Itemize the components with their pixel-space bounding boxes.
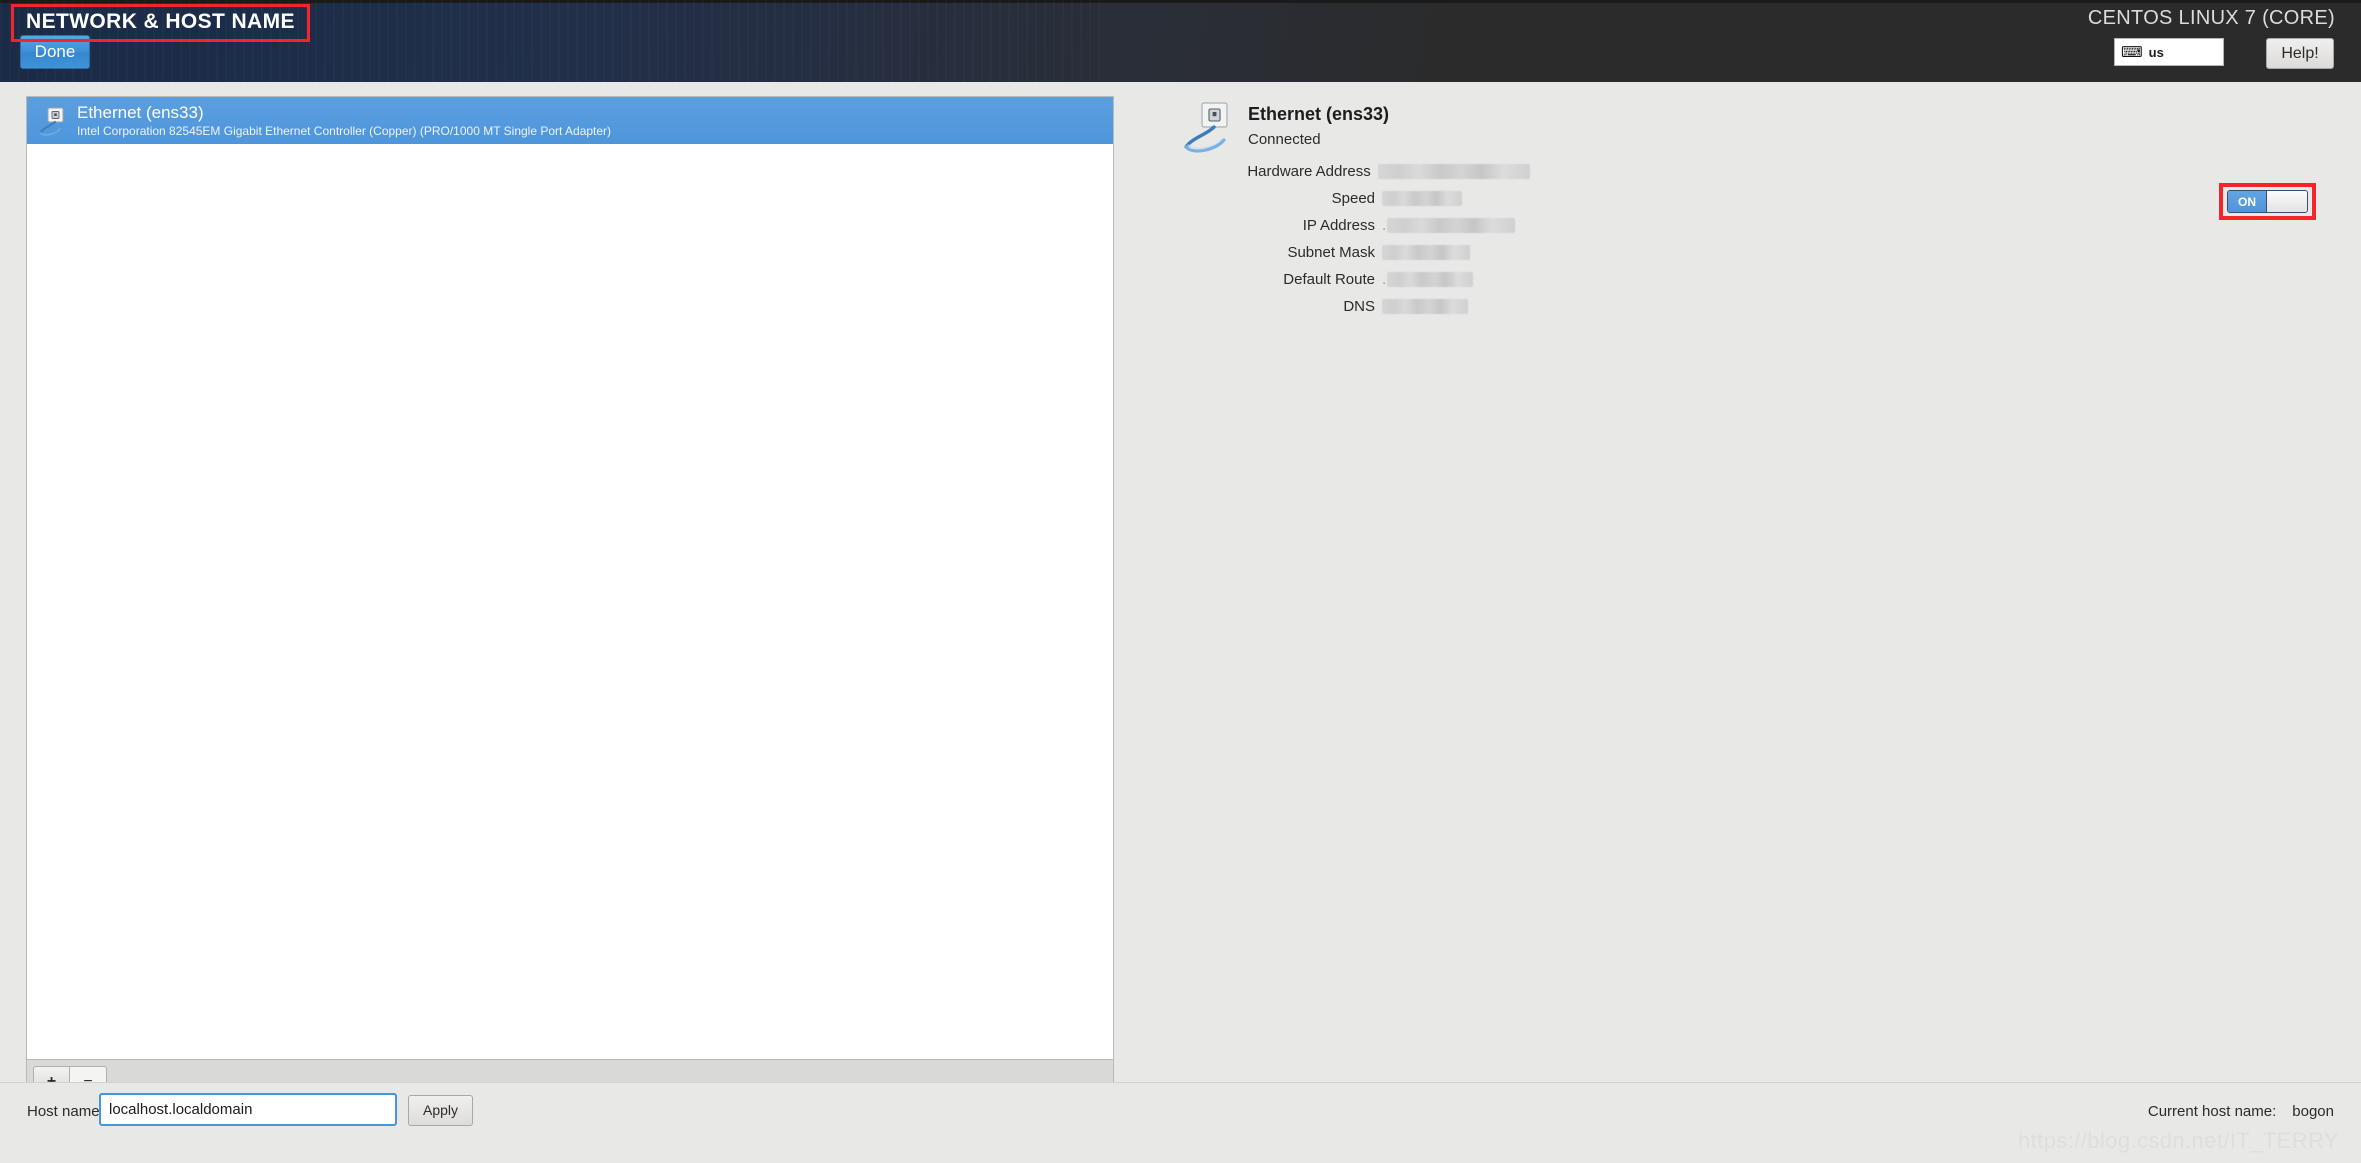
property-label: IP Address xyxy=(1130,217,1382,234)
list-item-text: Ethernet (ens33) Intel Corporation 82545… xyxy=(77,104,611,137)
property-value-redacted xyxy=(1382,245,1470,260)
footer-bar: Host name: Apply Current host name: bogon xyxy=(0,1082,2361,1163)
current-host-name-label: Current host name: xyxy=(2148,1103,2276,1120)
table-row: Default Route . xyxy=(1130,266,1530,293)
ethernet-plug-icon xyxy=(1180,100,1238,158)
network-enable-toggle[interactable]: ON xyxy=(2227,190,2308,213)
property-value-dot: . xyxy=(1382,217,1386,234)
table-row: IP Address . xyxy=(1130,212,1530,239)
property-value-redacted xyxy=(1387,272,1473,287)
watermark: https://blog.csdn.net/IT_TERRY xyxy=(2018,1128,2339,1154)
device-list-panel[interactable]: Ethernet (ens33) Intel Corporation 82545… xyxy=(26,96,1114,1060)
property-value-redacted xyxy=(1387,218,1515,233)
toggle-state-label: ON xyxy=(2228,191,2266,212)
content-area: Ethernet (ens33) Intel Corporation 82545… xyxy=(0,82,2361,1082)
device-details-panel: Ethernet (ens33) Connected Hardware Addr… xyxy=(1130,96,2330,1060)
property-value-dot: . xyxy=(1382,271,1386,288)
property-label: Speed xyxy=(1130,190,1382,207)
device-title: Ethernet (ens33) xyxy=(1248,104,1389,124)
distro-label: CENTOS LINUX 7 (CORE) xyxy=(2088,7,2335,30)
spoke-title-highlight: NETWORK & HOST NAME xyxy=(11,4,310,42)
current-host-name: Current host name: bogon xyxy=(2148,1103,2334,1120)
property-value-redacted xyxy=(1382,191,1462,206)
connection-status: Connected xyxy=(1248,131,1389,148)
table-row: Hardware Address xyxy=(1130,158,1530,185)
property-label: Hardware Address xyxy=(1130,163,1378,180)
help-button[interactable]: Help! xyxy=(2266,38,2334,69)
host-name-input[interactable] xyxy=(99,1093,397,1126)
list-item-subtitle: Intel Corporation 82545EM Gigabit Ethern… xyxy=(77,125,611,138)
keyboard-layout-indicator[interactable]: ⌨ us xyxy=(2114,38,2224,66)
apply-button[interactable]: Apply xyxy=(408,1095,473,1126)
table-row: Speed xyxy=(1130,185,1530,212)
keyboard-layout-label: us xyxy=(2149,45,2164,60)
property-label: DNS xyxy=(1130,298,1382,315)
host-name-label: Host name: xyxy=(27,1103,104,1120)
list-item[interactable]: Ethernet (ens33) Intel Corporation 82545… xyxy=(27,97,1113,144)
property-value-redacted xyxy=(1378,164,1530,179)
current-host-name-value: bogon xyxy=(2292,1103,2334,1120)
property-label: Default Route xyxy=(1130,271,1382,288)
table-row: Subnet Mask xyxy=(1130,239,1530,266)
device-details-header: Ethernet (ens33) Connected xyxy=(1180,98,1389,158)
page-title: NETWORK & HOST NAME xyxy=(26,10,295,34)
device-property-list: Hardware Address Speed IP Address . Subn… xyxy=(1130,158,1530,320)
header-top-rule xyxy=(0,0,2361,3)
header-bar: NETWORK & HOST NAME Done CENTOS LINUX 7 … xyxy=(0,0,2361,82)
property-value-redacted xyxy=(1382,299,1468,314)
keyboard-icon: ⌨ xyxy=(2121,45,2143,60)
installer-screen: NETWORK & HOST NAME Done CENTOS LINUX 7 … xyxy=(0,0,2361,1163)
toggle-knob[interactable] xyxy=(2266,191,2307,212)
property-label: Subnet Mask xyxy=(1130,244,1382,261)
device-details-heading: Ethernet (ens33) Connected xyxy=(1248,98,1389,148)
list-item-title: Ethernet (ens33) xyxy=(77,104,611,122)
table-row: DNS xyxy=(1130,293,1530,320)
ethernet-plug-icon xyxy=(37,104,71,138)
